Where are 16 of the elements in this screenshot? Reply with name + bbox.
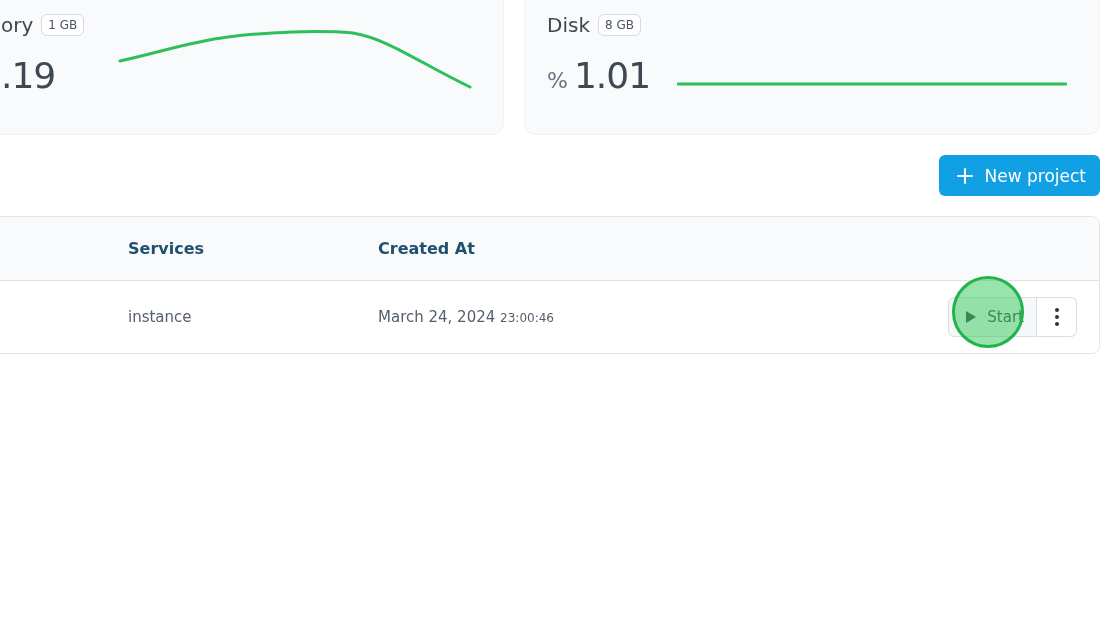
size-badge: 1 GB <box>41 14 85 36</box>
more-button[interactable] <box>1037 297 1077 337</box>
plus-icon <box>956 167 973 184</box>
new-project-button[interactable]: New project <box>938 155 1100 196</box>
stat-label: ory <box>1 13 34 37</box>
table-cell-text: instance <box>128 308 193 326</box>
stat-value: .19 <box>1 55 56 96</box>
table-cell-text: March 24, 2024 23:00:46 <box>378 308 555 326</box>
stat-label: Disk <box>547 13 590 37</box>
play-icon <box>965 310 978 324</box>
more-icon <box>1054 308 1059 326</box>
size-badge: 8 GB <box>597 14 641 36</box>
column-header: Created At <box>378 239 476 258</box>
column-header: Services <box>128 239 206 258</box>
unit-label: % <box>547 68 568 93</box>
stat-value: 1.01 <box>573 55 651 96</box>
